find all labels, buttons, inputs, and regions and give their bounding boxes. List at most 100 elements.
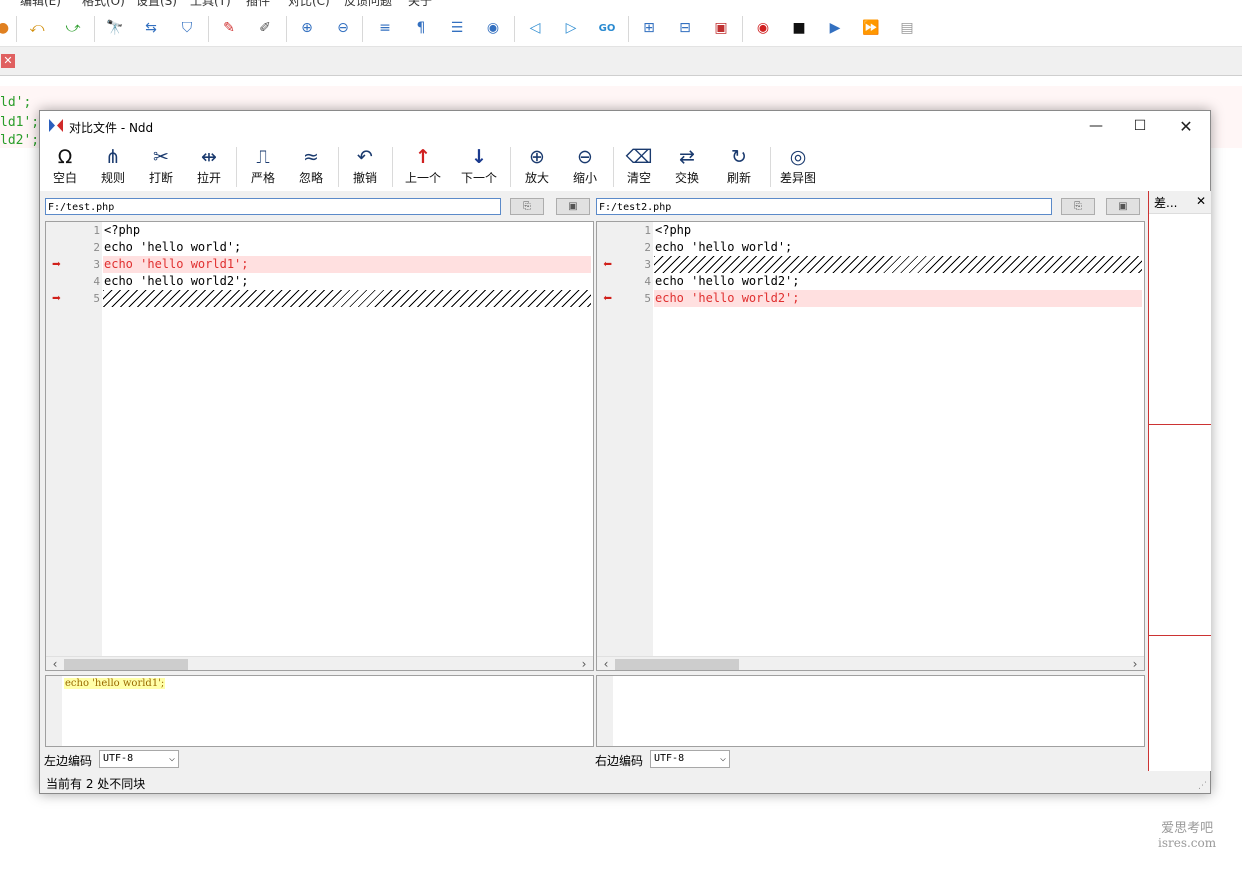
stretch-button[interactable]: ⇹ 拉开 (187, 145, 231, 189)
right-line[interactable]: 4 echo 'hello world2'; (597, 273, 1144, 290)
left-line-blank[interactable]: ➡ 5 (46, 290, 593, 307)
background-menubar: 编辑(E) 格式(O) 设置(S) 工具(T) 插件 对比(C) 反馈问题 关于 (0, 0, 1242, 8)
toolbar-separator (236, 147, 237, 187)
target-icon[interactable]: ◉ (482, 18, 504, 38)
right-save-button[interactable]: ▣ (1106, 198, 1140, 215)
indent-icon[interactable]: ☰ (446, 18, 468, 38)
fast-forward-icon[interactable]: ⏩ (860, 18, 882, 38)
left-line[interactable]: 1 <?php (46, 222, 593, 239)
right-open-button[interactable]: ⎘ (1061, 198, 1095, 215)
scroll-thumb[interactable] (64, 659, 188, 670)
break-button[interactable]: ✂ 打断 (139, 145, 183, 189)
record-icon[interactable]: ◉ (752, 18, 774, 38)
clear-button[interactable]: ⌫ 清空 (617, 145, 661, 189)
scroll-right-icon[interactable]: › (577, 657, 591, 670)
right-hscrollbar[interactable]: ‹ › (597, 656, 1144, 670)
right-encoding-select[interactable]: UTF-8 ⌵ (650, 750, 730, 768)
ignore-button[interactable]: ≈ 忽略 (289, 145, 333, 189)
menu-item[interactable]: 工具(T) (190, 0, 231, 8)
left-path-field[interactable]: F:/test.php (45, 198, 501, 215)
right-line[interactable]: 1 <?php (597, 222, 1144, 239)
compare-dialog: 对比文件 - Ndd — ☐ ✕ Ω 空白 ⋔ 规则 ✂ 打断 ⇹ 拉开 ⎍ 严格 ≈ 忽略… (39, 110, 1211, 794)
goto-icon[interactable]: GO (596, 18, 618, 38)
right-line[interactable]: 2 echo 'hello world'; (597, 239, 1144, 256)
find-icon[interactable]: 🔭 (104, 18, 126, 38)
refresh-button[interactable]: ↻ 刷新 (717, 145, 761, 189)
right-line-blank[interactable]: ⬅ 3 (597, 256, 1144, 273)
menu-item[interactable]: 设置(S) (136, 0, 177, 8)
minimize-button[interactable]: — (1080, 115, 1112, 137)
redo-icon[interactable]: ⤻ (62, 18, 84, 38)
save-icon[interactable]: ● (0, 18, 14, 38)
diff-marker[interactable] (1149, 424, 1211, 425)
left-open-button[interactable]: ⎘ (510, 198, 544, 215)
scroll-left-icon[interactable]: ‹ (599, 657, 613, 670)
menu-item[interactable]: 对比(C) (288, 0, 330, 8)
rule-button[interactable]: ⋔ 规则 (91, 145, 135, 189)
left-detail-pane[interactable]: echo 'hello world1'; (45, 675, 594, 747)
code-line: ld2'; (0, 133, 40, 148)
strict-button[interactable]: ⎍ 严格 (241, 145, 285, 189)
toolbar-separator (362, 16, 363, 42)
left-editor[interactable]: 1 <?php 2 echo 'hello world'; ➡ 3 echo 'hell… (45, 221, 594, 671)
code-line: ld'; (0, 95, 32, 110)
prev-diff-button[interactable]: ↑ 上一个 (401, 145, 445, 189)
folder-icon: ⎘ (1074, 201, 1082, 212)
replace-icon[interactable]: ⇆ (140, 18, 162, 38)
right-detail-pane[interactable] (596, 675, 1145, 747)
menu-item[interactable]: 关于 (408, 0, 432, 8)
undo-button[interactable]: ↶ 撤销 (343, 145, 387, 189)
scroll-left-icon[interactable]: ‹ (48, 657, 62, 670)
left-save-button[interactable]: ▣ (556, 198, 590, 215)
save-macro-icon[interactable]: ▤ (896, 18, 918, 38)
menu-item[interactable]: 反馈问题 (344, 0, 392, 8)
left-encoding-select[interactable]: UTF-8 ⌵ (99, 750, 179, 768)
zoom-in-icon[interactable]: ⊕ (296, 18, 318, 38)
diff-marker[interactable] (1149, 635, 1211, 636)
scroll-thumb[interactable] (615, 659, 739, 670)
diff-map-button[interactable]: ◎ 差异图 (775, 145, 821, 189)
stop-icon[interactable]: ■ (788, 18, 810, 38)
strict-icon: ⎍ (256, 146, 270, 168)
close-tab-icon[interactable]: ✕ (1, 54, 15, 68)
left-line-diff[interactable]: ➡ 3 echo 'hello world1'; (46, 256, 593, 273)
toolbar-separator (338, 147, 339, 187)
resize-grip-icon[interactable]: ⋰ (1198, 781, 1207, 791)
left-line[interactable]: 4 echo 'hello world2'; (46, 273, 593, 290)
menu-item[interactable]: 编辑(E) (20, 0, 61, 8)
columns-icon[interactable]: ⊟ (674, 18, 696, 38)
dialog-titlebar[interactable]: 对比文件 - Ndd — ☐ ✕ (40, 111, 1210, 141)
left-hscrollbar[interactable]: ‹ › (46, 656, 593, 670)
bookmark-icon[interactable]: ⛉ (176, 18, 198, 38)
watermark: 爱思考吧 isres.com (1158, 822, 1216, 851)
zoom-out-icon[interactable]: ⊖ (332, 18, 354, 38)
menu-item[interactable]: 格式(O) (82, 0, 125, 8)
right-path-field[interactable]: F:/test2.php (596, 198, 1052, 215)
close-icon[interactable]: ✕ (1196, 194, 1206, 208)
scroll-right-icon[interactable]: › (1128, 657, 1142, 670)
undo-icon[interactable]: ⤺ (26, 18, 48, 38)
play-icon[interactable]: ▶ (824, 18, 846, 38)
zoom-in-button[interactable]: ⊕ 放大 (515, 145, 559, 189)
tool-label: 刷新 (726, 171, 751, 185)
right-line-diff[interactable]: ⬅ 5 echo 'hello world2'; (597, 290, 1144, 307)
swap-button[interactable]: ⇄ 交换 (665, 145, 709, 189)
menu-item[interactable]: 插件 (246, 0, 270, 8)
wrap-icon[interactable]: ≡ (374, 18, 396, 38)
next-icon[interactable]: ▷ (560, 18, 582, 38)
left-line[interactable]: 2 echo 'hello world'; (46, 239, 593, 256)
prev-icon[interactable]: ◁ (524, 18, 546, 38)
close-button[interactable]: ✕ (1170, 115, 1202, 137)
right-editor[interactable]: 1 <?php 2 echo 'hello world'; ⬅ 3 4 echo 'he… (596, 221, 1145, 671)
pilcrow-icon[interactable]: ¶ (410, 18, 432, 38)
presentation-icon[interactable]: ▣ (710, 18, 732, 38)
zoom-out-button[interactable]: ⊖ 缩小 (563, 145, 607, 189)
split-icon[interactable]: ⊞ (638, 18, 660, 38)
line-number: 3 (644, 258, 651, 271)
marker-icon[interactable]: ✎ (218, 18, 240, 38)
maximize-button[interactable]: ☐ (1124, 115, 1156, 137)
whitespace-button[interactable]: Ω 空白 (43, 145, 87, 189)
next-diff-button[interactable]: ↓ 下一个 (457, 145, 501, 189)
eraser-icon[interactable]: ✐ (254, 18, 276, 38)
compare-toolbar: Ω 空白 ⋔ 规则 ✂ 打断 ⇹ 拉开 ⎍ 严格 ≈ 忽略 ↶ 撤销 ↑ 上一个 ↓ 下一个 ⊕ 放… (40, 141, 1210, 191)
